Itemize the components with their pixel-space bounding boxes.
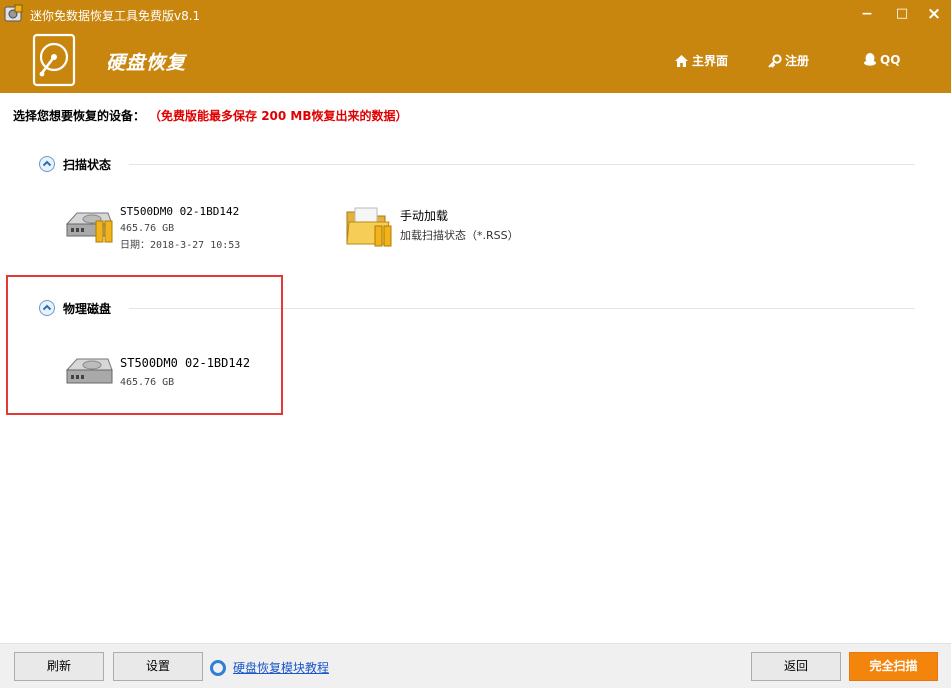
header: 硬盘恢复 主界面 注册 QQ: [0, 30, 951, 93]
manual-load-title: 手动加载: [400, 209, 449, 223]
section-scan-status: 扫描状态: [39, 155, 915, 173]
manual-load-desc: 加载扫描状态（*.RSS）: [400, 229, 519, 242]
product-title: 硬盘恢复: [106, 52, 187, 74]
hard-disk-icon: [64, 204, 116, 244]
scan-date: 日期：2018-3-27 10:53: [120, 240, 241, 251]
close-button[interactable]: ×: [922, 3, 946, 25]
nav-home[interactable]: 主界面: [674, 52, 728, 69]
key-icon: [768, 53, 782, 68]
nav-qq[interactable]: QQ: [863, 52, 900, 67]
hard-drive-logo-icon: [32, 33, 76, 87]
disk-size: 465.76 GB: [120, 223, 175, 234]
nav-register[interactable]: 注册: [768, 52, 809, 69]
device-prompt-text: 选择您想要恢复的设备：: [13, 109, 146, 123]
qq-penguin-icon: [864, 53, 876, 66]
collapse-icon[interactable]: [39, 156, 55, 172]
free-version-note: （免费版能最多保存 200 MB恢复出来的数据）: [155, 109, 408, 123]
selection-highlight-box: [6, 275, 283, 415]
home-icon: [675, 54, 688, 67]
saved-scan-disk-item[interactable]: ST500DM0 02-1BD142 465.76 GB 日期：2018-3-2…: [64, 204, 240, 254]
maximize-button[interactable]: □: [890, 3, 914, 25]
nav-register-label: 注册: [785, 54, 810, 68]
minimize-button[interactable]: −: [855, 3, 879, 25]
full-scan-button[interactable]: 完全扫描: [849, 652, 938, 681]
settings-button[interactable]: 设置: [113, 652, 203, 681]
section-scan-status-label: 扫描状态: [63, 157, 112, 172]
nav-qq-label: QQ: [880, 52, 901, 67]
nav-home-label: 主界面: [692, 54, 729, 68]
tutorial-link[interactable]: 硬盘恢复模块教程: [210, 659, 329, 676]
refresh-button[interactable]: 刷新: [14, 652, 104, 681]
bottom-toolbar: 刷新 设置 硬盘恢复模块教程 返回 完全扫描: [0, 643, 951, 688]
window-title: 迷你免数据恢复工具免费版v8.1: [30, 9, 201, 23]
folder-icon: [345, 206, 397, 247]
title-bar: 迷你免数据恢复工具免费版v8.1 − □ ×: [0, 0, 951, 30]
device-prompt: 选择您想要恢复的设备： （免费版能最多保存 200 MB恢复出来的数据）: [13, 107, 408, 124]
help-lifebuoy-icon: [210, 659, 226, 676]
manual-load-item[interactable]: 手动加载 加载扫描状态（*.RSS）: [345, 206, 519, 247]
disk-name: ST500DM0 02-1BD142: [120, 205, 240, 218]
back-button[interactable]: 返回: [751, 652, 841, 681]
section-divider: [129, 163, 915, 165]
app-icon: [4, 4, 24, 24]
tutorial-link-text[interactable]: 硬盘恢复模块教程: [233, 659, 329, 676]
